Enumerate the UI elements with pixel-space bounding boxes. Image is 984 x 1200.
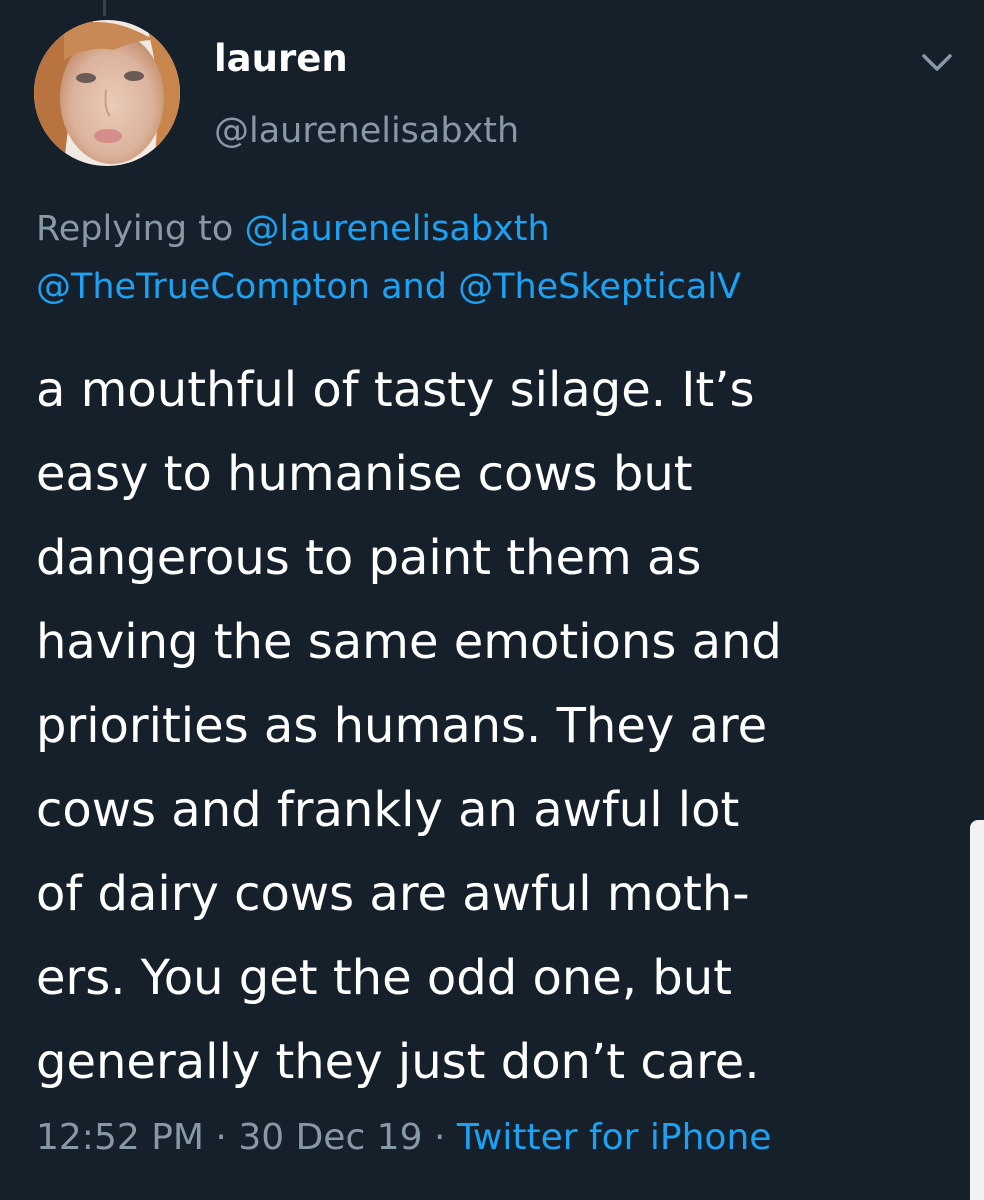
tweet-text: a mouthful of tasty silage. It’s easy to…	[36, 348, 956, 1104]
tweet-line: a mouthful of tasty silage. It’s	[36, 362, 755, 418]
author-display-name[interactable]: lauren	[214, 40, 348, 77]
reply-prefix: Replying to	[36, 209, 234, 249]
tweet-date[interactable]: 30 Dec 19	[238, 1117, 422, 1158]
reply-conjunction: and	[381, 267, 447, 307]
tweet-line: easy to humanise cows but	[36, 446, 693, 502]
tweet-time[interactable]: 12:52 PM	[36, 1117, 204, 1158]
meta-separator: ·	[433, 1117, 446, 1158]
tweet-line: ers. You get the odd one, but	[36, 950, 732, 1006]
avatar-photo	[34, 20, 180, 166]
meta-separator: ·	[215, 1117, 227, 1158]
tweet-line: priorities as humans. They are	[36, 698, 768, 754]
thread-connector-line	[103, 0, 106, 16]
tweet-line: cows and frankly an awful lot	[36, 782, 740, 838]
author-handle[interactable]: @laurenelisabxth	[214, 114, 519, 149]
reply-mention-laurenelisabxth[interactable]: @laurenelisabxth	[244, 209, 549, 249]
tweet-line: generally they just don’t care.	[36, 1034, 760, 1090]
reply-mention-thetruecompton[interactable]: @TheTrueCompton	[36, 267, 370, 307]
tweet-source-link[interactable]: Twitter for iPhone	[457, 1117, 772, 1158]
chevron-down-icon[interactable]	[918, 50, 956, 76]
tweet-line: of dairy cows are awful moth-	[36, 866, 750, 922]
avatar[interactable]	[34, 20, 180, 166]
tweet-line: having the same emotions and	[36, 614, 782, 670]
reply-context-line-2: @TheTrueCompton and @TheSkepticalV	[36, 270, 741, 305]
tweet-metadata: 12:52 PM · 30 Dec 19 · Twitter for iPhon…	[36, 1120, 771, 1156]
scrollbar[interactable]	[970, 820, 984, 1200]
reply-context-line-1: Replying to @laurenelisabxth	[36, 212, 550, 247]
reply-mention-theskepticalv[interactable]: @TheSkepticalV	[458, 267, 741, 307]
tweet-line: dangerous to paint them as	[36, 530, 702, 586]
